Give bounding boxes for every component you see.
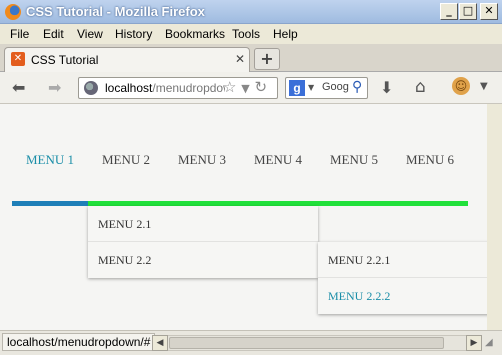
vertical-scrollbar[interactable] (487, 104, 502, 330)
scroll-right-icon[interactable]: ▶ (466, 335, 482, 351)
url-text[interactable]: localhost/menudropdown (105, 81, 225, 95)
nav-menu-2[interactable]: MENU 2 (102, 152, 150, 168)
status-bar: localhost/menudropdown/# ◀ ▶ ◢ (0, 330, 502, 355)
submenu-item-2-1[interactable]: MENU 2.1 (88, 206, 318, 242)
toolbar-menu-dropdown-icon[interactable]: ▼ (480, 81, 488, 92)
xampp-favicon-icon: ✕ (11, 52, 25, 66)
nav-menu-1[interactable]: MENU 1 (26, 152, 74, 168)
resize-grip-icon[interactable]: ◢ (485, 337, 493, 348)
horizontal-scrollbar[interactable]: ◀ ▶ (152, 335, 482, 351)
menu-view[interactable]: View (77, 27, 103, 41)
submenu-item-2-2-2[interactable]: MENU 2.2.2 (318, 278, 502, 314)
search-engine-dropdown-icon[interactable]: ▼ (308, 83, 314, 92)
url-dropdown-icon[interactable]: ▼ (241, 82, 249, 95)
window-title: CSS Tutorial - Mozilla Firefox (26, 4, 205, 19)
horizontal-scroll-thumb[interactable] (169, 337, 444, 349)
nav-menu-3[interactable]: MENU 3 (178, 152, 226, 168)
close-window-button[interactable]: ✕ (480, 3, 498, 20)
tab-css-tutorial[interactable]: ✕ CSS Tutorial ✕ (4, 47, 250, 72)
submenu-item-2-2-1[interactable]: MENU 2.2.1 (318, 242, 502, 278)
submenu-dropdown-level-2: MENU 2.2.1 MENU 2.2.2 (318, 242, 502, 314)
tab-close-icon[interactable]: ✕ (235, 52, 245, 66)
tab-title: CSS Tutorial (31, 53, 99, 67)
google-search-engine-icon[interactable]: g (289, 80, 305, 96)
scroll-left-icon[interactable]: ◀ (152, 335, 168, 351)
submenu-dropdown-level-1: MENU 2.1 MENU 2.2 (88, 206, 318, 278)
maximize-button[interactable]: □ (459, 3, 477, 20)
page-viewport: MENU 1 MENU 2 MENU 3 MENU 4 MENU 5 MENU … (0, 104, 502, 330)
url-bar[interactable]: localhost/menudropdown ☆ ▼ ↻ (78, 77, 278, 99)
menu-bookmarks[interactable]: Bookmarks (165, 27, 225, 41)
nav-menu-4[interactable]: MENU 4 (254, 152, 302, 168)
menu-bar: File Edit View History Bookmarks Tools H… (0, 24, 502, 44)
navigation-toolbar: ⬅ ➡ localhost/menudropdown ☆ ▼ ↻ g ▼ Goo… (0, 72, 502, 104)
search-input[interactable]: Goog (322, 81, 349, 93)
reload-icon[interactable]: ↻ (254, 78, 267, 96)
new-tab-button[interactable]: + (254, 48, 280, 70)
menu-tools[interactable]: Tools (232, 27, 260, 41)
menu-history[interactable]: History (115, 27, 152, 41)
firefox-logo-icon (5, 4, 21, 20)
url-bar-icons: ☆ ▼ ↻ (223, 78, 267, 96)
bookmark-star-icon[interactable]: ☆ (223, 78, 236, 96)
back-arrow-icon[interactable]: ⬅ (12, 78, 25, 97)
menu-edit[interactable]: Edit (43, 27, 64, 41)
status-link-url: localhost/menudropdown/# (2, 333, 156, 351)
menu-file[interactable]: File (10, 27, 29, 41)
site-identity-globe-icon[interactable] (84, 81, 98, 95)
submenu-item-2-2[interactable]: MENU 2.2 (88, 242, 318, 278)
url-path: /menudropdown (152, 81, 225, 95)
active-menu-underline (12, 201, 88, 206)
minimize-button[interactable]: _ (440, 3, 458, 20)
window-title-bar: CSS Tutorial - Mozilla Firefox _ □ ✕ (0, 0, 502, 24)
tab-strip: ✕ CSS Tutorial ✕ + (0, 44, 502, 72)
addon-monkey-icon[interactable]: ☺ (452, 77, 470, 95)
nav-menu-5[interactable]: MENU 5 (330, 152, 378, 168)
downloads-icon[interactable]: ⬇ (380, 78, 393, 97)
search-bar[interactable]: g ▼ Goog ⚲ (285, 77, 368, 99)
menu-help[interactable]: Help (273, 27, 298, 41)
forward-arrow-icon[interactable]: ➡ (48, 78, 61, 97)
home-icon[interactable]: ⌂ (415, 77, 426, 97)
nav-menu-6[interactable]: MENU 6 (406, 152, 454, 168)
search-magnifier-icon[interactable]: ⚲ (352, 79, 362, 95)
url-host: localhost (105, 81, 153, 95)
